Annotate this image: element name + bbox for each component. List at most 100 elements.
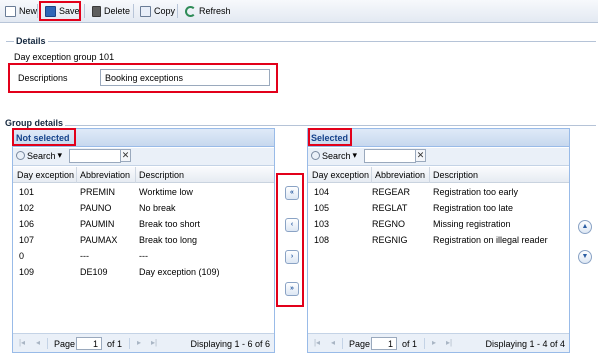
search-input[interactable]	[364, 149, 416, 163]
new-document-icon	[5, 5, 16, 17]
previous-page-icon[interactable]: ◂	[329, 339, 337, 347]
table-row[interactable]: 104 REGEAR Registration too early	[308, 184, 569, 200]
cell-abbreviation: REGLAT	[372, 203, 408, 213]
display-status: Displaying 1 - 6 of 6	[190, 339, 270, 349]
cell-description: Break too short	[139, 219, 201, 229]
first-page-icon[interactable]: |◂	[18, 339, 26, 347]
cell-description: Registration too early	[433, 187, 519, 197]
cell-day-exception: 109	[19, 267, 35, 277]
table-row[interactable]: 106 PAUMIN Break too short	[13, 216, 274, 232]
column-header-description[interactable]: Description	[433, 170, 478, 180]
table-row[interactable]: 107 PAUMAX Break too long	[13, 232, 274, 248]
search-icon	[311, 151, 320, 160]
delete-button[interactable]: Delete	[89, 2, 133, 20]
cell-day-exception: 0	[19, 251, 25, 261]
move-down-button[interactable]: ▼	[578, 250, 592, 264]
dropdown-arrow-icon: ▾	[57, 150, 63, 160]
last-page-icon[interactable]: ▸|	[150, 339, 158, 347]
page-label: Page	[54, 339, 76, 349]
column-header-day-exception[interactable]: Day exception	[17, 170, 74, 180]
column-header-abbreviation[interactable]: Abbreviation	[375, 170, 425, 180]
copy-icon	[140, 5, 151, 17]
column-divider	[76, 167, 77, 183]
toolbar-separator	[133, 4, 134, 18]
toolbar-separator	[177, 4, 178, 18]
page-label: Page	[349, 339, 371, 349]
clear-search-icon[interactable]: ✕	[120, 149, 131, 162]
pager-separator	[342, 338, 343, 349]
cell-abbreviation: PAUMAX	[80, 235, 118, 245]
table-row[interactable]: 105 REGLAT Registration too late	[308, 200, 569, 216]
toolbar-separator	[37, 4, 38, 18]
previous-page-icon[interactable]: ◂	[34, 339, 42, 347]
search-menu-button[interactable]: Search ▾	[16, 150, 62, 161]
table-row[interactable]: 101 PREMIN Worktime low	[13, 184, 274, 200]
cell-day-exception: 106	[19, 219, 35, 229]
cell-description: Missing registration	[433, 219, 511, 229]
group-name: Day exception group 101	[14, 52, 115, 62]
move-all-right-button[interactable]: »	[285, 282, 299, 296]
table-row[interactable]: 102 PAUNO No break	[13, 200, 274, 216]
page-count: of 1	[402, 339, 418, 349]
toolbar-separator	[84, 4, 85, 18]
table-row[interactable]: 103 REGNO Missing registration	[308, 216, 569, 232]
page-number-input[interactable]	[76, 337, 102, 350]
cell-description: Registration on illegal reader	[433, 235, 548, 245]
search-icon	[16, 151, 25, 160]
cell-abbreviation: DE109	[80, 267, 108, 277]
search-menu-button[interactable]: Search ▾	[311, 150, 357, 161]
cell-day-exception: 107	[19, 235, 35, 245]
cell-abbreviation: REGEAR	[372, 187, 411, 197]
selected-highlight-box	[308, 128, 352, 146]
descriptions-label: Descriptions	[18, 73, 68, 83]
group-details-legend: Group details	[3, 118, 66, 128]
cell-day-exception: 103	[314, 219, 330, 229]
selected-panel: Selected Search ▾ ✕ Day exception Abbrev…	[307, 128, 570, 353]
cell-day-exception: 105	[314, 203, 330, 213]
search-input[interactable]	[69, 149, 121, 163]
page-count: of 1	[107, 339, 123, 349]
save-highlight-box	[39, 1, 81, 21]
cell-abbreviation: REGNIG	[372, 235, 408, 245]
cell-description: Break too long	[139, 235, 198, 245]
cell-abbreviation: PREMIN	[80, 187, 116, 197]
move-up-button[interactable]: ▲	[578, 220, 592, 234]
new-button[interactable]: New	[2, 2, 40, 20]
cell-description: No break	[139, 203, 176, 213]
table-row[interactable]: 109 DE109 Day exception (109)	[13, 264, 274, 280]
clear-search-icon[interactable]: ✕	[415, 149, 426, 162]
table-row[interactable]: 108 REGNIG Registration on illegal reade…	[308, 232, 569, 248]
refresh-button[interactable]: Refresh	[182, 2, 234, 20]
descriptions-field[interactable]	[100, 69, 270, 86]
selected-search-bar: Search ▾ ✕	[308, 148, 569, 166]
page-number-input[interactable]	[371, 337, 397, 350]
move-right-button[interactable]: ›	[285, 250, 299, 264]
column-header-abbreviation[interactable]: Abbreviation	[80, 170, 130, 180]
trash-icon	[92, 5, 101, 17]
last-page-icon[interactable]: ▸|	[445, 339, 453, 347]
move-left-button[interactable]: ‹	[285, 218, 299, 232]
move-all-left-button[interactable]: «	[285, 186, 299, 200]
next-page-icon[interactable]: ▸	[430, 339, 438, 347]
column-header-day-exception[interactable]: Day exception	[312, 170, 369, 180]
not-selected-panel: Not selected Search ▾ ✕ Day exception Ab…	[12, 128, 275, 353]
cell-day-exception: 104	[314, 187, 330, 197]
dropdown-arrow-icon: ▾	[352, 150, 358, 160]
not-selected-highlight-box	[12, 128, 76, 146]
next-page-icon[interactable]: ▸	[135, 339, 143, 347]
grid-header: Day exception Abbreviation Description	[13, 167, 274, 183]
column-header-description[interactable]: Description	[139, 170, 184, 180]
cell-description: Day exception (109)	[139, 267, 220, 277]
main-toolbar: New Save Delete Copy Refresh	[0, 0, 598, 23]
table-row[interactable]: 0 --- ---	[13, 248, 274, 264]
not-selected-search-bar: Search ▾ ✕	[13, 148, 274, 166]
first-page-icon[interactable]: |◂	[313, 339, 321, 347]
column-divider	[371, 167, 372, 183]
column-divider	[135, 167, 136, 183]
cell-day-exception: 108	[314, 235, 330, 245]
cell-day-exception: 101	[19, 187, 35, 197]
grid-header: Day exception Abbreviation Description	[308, 167, 569, 183]
copy-button[interactable]: Copy	[137, 2, 178, 20]
cell-abbreviation: PAUMIN	[80, 219, 115, 229]
pager-separator	[129, 338, 130, 349]
